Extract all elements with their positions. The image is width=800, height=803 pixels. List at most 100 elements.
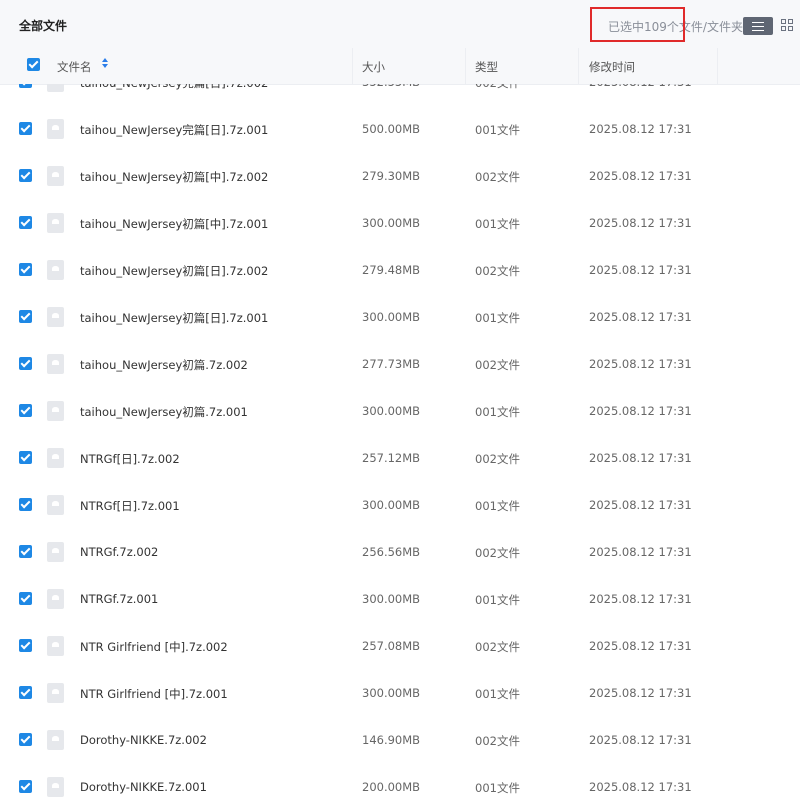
row-checkbox[interactable] [19, 404, 32, 417]
file-size: 300.00MB [362, 686, 421, 700]
file-name[interactable]: taihou_NewJersey初篇[日].7z.002 [80, 263, 268, 279]
row-checkbox[interactable] [19, 780, 32, 793]
file-size: 352.55MB [362, 84, 420, 89]
list-view-icon[interactable] [743, 17, 773, 35]
row-checkbox[interactable] [19, 639, 32, 652]
file-size: 146.90MB [362, 733, 421, 747]
row-checkbox[interactable] [19, 216, 32, 229]
table-row[interactable]: NTR Girlfriend [中].7z.001 300.00MB 001文件 20… [0, 669, 800, 716]
file-size: 300.00MB [362, 592, 421, 606]
file-icon [47, 448, 64, 468]
file-date: 2025.08.12 17:31 [589, 404, 692, 418]
file-date: 2025.08.12 17:31 [589, 310, 692, 324]
row-checkbox[interactable] [19, 545, 32, 558]
file-size: 279.48MB [362, 263, 421, 277]
file-date: 2025.08.12 17:31 [589, 263, 692, 277]
table-row[interactable]: NTRGf[日].7z.002 257.12MB 002文件 2025.08.12 1… [0, 434, 800, 481]
table-row[interactable]: NTRGf[日].7z.001 300.00MB 001文件 2025.08.12 1… [0, 481, 800, 528]
file-name[interactable]: NTRGf.7z.001 [80, 592, 158, 606]
file-name[interactable]: Dorothy-NIKKE.7z.001 [80, 780, 207, 794]
file-name[interactable]: taihou_NewJersey初篇.7z.001 [80, 404, 248, 420]
file-date: 2025.08.12 17:31 [589, 545, 692, 559]
row-checkbox[interactable] [19, 451, 32, 464]
table-row[interactable]: Dorothy-NIKKE.7z.001 200.00MB 001文件 2025.08… [0, 763, 800, 803]
table-row[interactable]: Dorothy-NIKKE.7z.002 146.90MB 002文件 2025.08… [0, 716, 800, 763]
file-size: 279.30MB [362, 169, 421, 183]
row-checkbox[interactable] [19, 592, 32, 605]
file-date: 2025.08.12 17:31 [589, 498, 692, 512]
file-type: 002文件 [475, 264, 520, 278]
table-row[interactable]: taihou_NewJersey完篇[日].7z.001 500.00MB 001文… [0, 105, 800, 152]
table-row[interactable]: taihou_NewJersey完篇[日].7z.002 352.55MB 002文… [0, 84, 800, 105]
file-date: 2025.08.12 17:31 [589, 357, 692, 371]
file-size: 300.00MB [362, 216, 421, 230]
file-type: 002文件 [475, 734, 520, 748]
file-type: 002文件 [475, 358, 520, 372]
file-type: 001文件 [475, 781, 520, 795]
table-row[interactable]: taihou_NewJersey初篇.7z.001 300.00MB 001文件 20… [0, 387, 800, 434]
file-name[interactable]: taihou_NewJersey初篇[中].7z.002 [80, 169, 268, 185]
file-name[interactable]: NTR Girlfriend [中].7z.001 [80, 686, 228, 702]
file-date: 2025.08.12 17:31 [589, 780, 692, 794]
file-icon [47, 260, 64, 280]
file-name[interactable]: Dorothy-NIKKE.7z.002 [80, 733, 207, 747]
row-checkbox[interactable] [19, 169, 32, 182]
file-size: 256.56MB [362, 545, 421, 559]
table-row[interactable]: taihou_NewJersey初篇.7z.002 277.73MB 002文件 20… [0, 340, 800, 387]
table-row[interactable]: taihou_NewJersey初篇[日].7z.002 279.48MB 002文… [0, 246, 800, 293]
file-name[interactable]: taihou_NewJersey初篇[日].7z.001 [80, 310, 268, 326]
header-date[interactable]: 修改时间 [589, 59, 635, 75]
table-row[interactable]: taihou_NewJersey初篇[日].7z.001 300.00MB 001文… [0, 293, 800, 340]
file-name[interactable]: NTR Girlfriend [中].7z.002 [80, 639, 228, 655]
file-date: 2025.08.12 17:31 [589, 686, 692, 700]
file-size: 500.00MB [362, 122, 421, 136]
file-name[interactable]: NTRGf.7z.002 [80, 545, 158, 559]
header-type[interactable]: 类型 [475, 59, 498, 75]
file-name[interactable]: NTRGf[日].7z.002 [80, 451, 180, 467]
file-type: 001文件 [475, 593, 520, 607]
file-icon [47, 730, 64, 750]
file-size: 257.12MB [362, 451, 421, 465]
file-type: 002文件 [475, 452, 520, 466]
row-checkbox[interactable] [19, 263, 32, 276]
file-name[interactable]: taihou_NewJersey完篇[日].7z.001 [80, 122, 268, 138]
file-icon [47, 777, 64, 797]
highlight-box [590, 7, 685, 42]
table-row[interactable]: NTRGf.7z.001 300.00MB 001文件 2025.08.12 17:3… [0, 575, 800, 622]
file-name[interactable]: taihou_NewJersey完篇[日].7z.002 [80, 84, 268, 91]
file-type: 001文件 [475, 405, 520, 419]
file-icon [47, 636, 64, 656]
sort-icon[interactable] [101, 57, 109, 69]
row-checkbox[interactable] [19, 84, 32, 88]
file-icon [47, 307, 64, 327]
file-size: 277.73MB [362, 357, 421, 371]
file-list: taihou_NewJersey完篇[日].7z.002 352.55MB 002文… [0, 84, 800, 803]
file-type: 001文件 [475, 123, 520, 137]
file-date: 2025.08.12 17:31 [589, 169, 692, 183]
table-row[interactable]: taihou_NewJersey初篇[中].7z.002 279.30MB 002文… [0, 152, 800, 199]
row-checkbox[interactable] [19, 733, 32, 746]
select-all-checkbox[interactable] [27, 58, 40, 71]
row-checkbox[interactable] [19, 686, 32, 699]
row-checkbox[interactable] [19, 498, 32, 511]
page-title: 全部文件 [19, 19, 68, 33]
table-row[interactable]: taihou_NewJersey初篇[中].7z.001 300.00MB 001文… [0, 199, 800, 246]
row-checkbox[interactable] [19, 122, 32, 135]
header-size[interactable]: 大小 [362, 59, 385, 75]
file-date: 2025.08.12 17:31 [589, 216, 692, 230]
header-name[interactable]: 文件名 [57, 59, 92, 75]
file-name[interactable]: NTRGf[日].7z.001 [80, 498, 180, 514]
file-icon [47, 589, 64, 609]
file-icon [47, 213, 64, 233]
grid-view-icon[interactable] [781, 19, 795, 33]
table-row[interactable]: NTR Girlfriend [中].7z.002 257.08MB 002文件 20… [0, 622, 800, 669]
file-type: 001文件 [475, 217, 520, 231]
table-row[interactable]: NTRGf.7z.002 256.56MB 002文件 2025.08.12 17:3… [0, 528, 800, 575]
row-checkbox[interactable] [19, 310, 32, 323]
file-name[interactable]: taihou_NewJersey初篇[中].7z.001 [80, 216, 268, 232]
row-checkbox[interactable] [19, 357, 32, 370]
file-date: 2025.08.12 17:31 [589, 84, 692, 89]
file-name[interactable]: taihou_NewJersey初篇.7z.002 [80, 357, 248, 373]
file-type: 001文件 [475, 499, 520, 513]
file-size: 200.00MB [362, 780, 421, 794]
